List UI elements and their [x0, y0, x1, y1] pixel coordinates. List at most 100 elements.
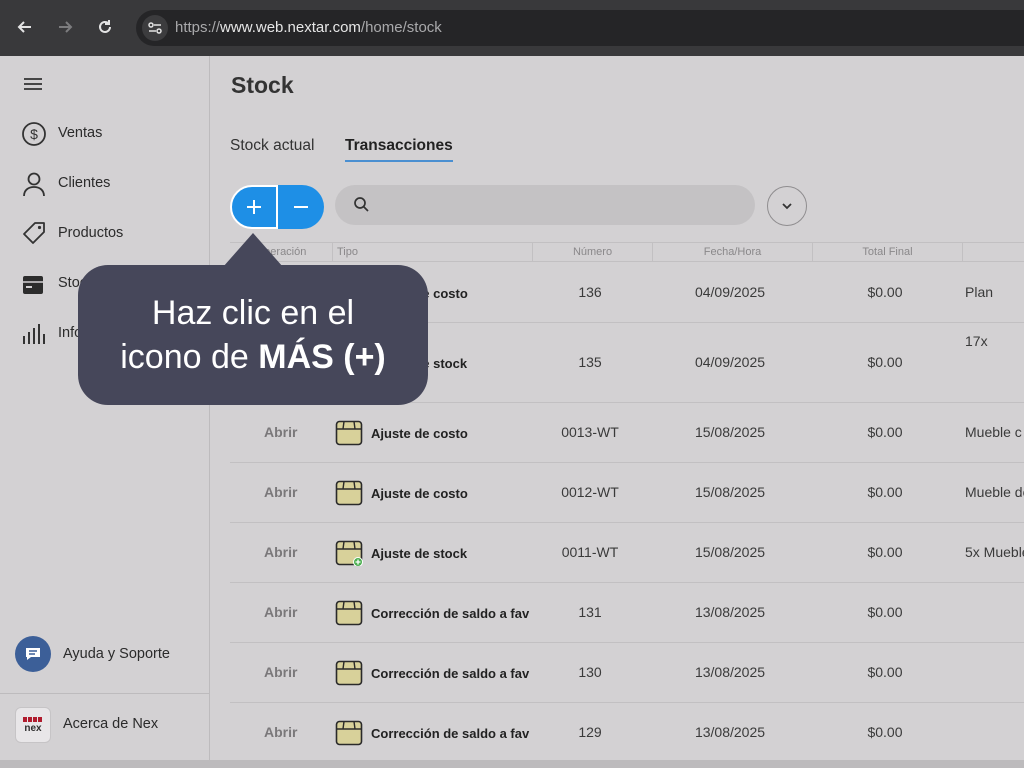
nex-logo: nex	[15, 707, 51, 743]
number-cell: 0011-WT	[561, 544, 619, 560]
box-icon	[335, 420, 363, 446]
table-row[interactable]: Abrir Ajuste de costo 0012-WT 15/08/2025…	[230, 463, 1024, 523]
total-cell: $0.00	[867, 424, 903, 440]
reload-button[interactable]	[92, 14, 118, 40]
open-link[interactable]: Abrir	[264, 424, 297, 440]
filter-expand-button[interactable]	[767, 186, 807, 226]
page-title: Stock	[231, 72, 294, 98]
column-header-fecha: Fecha/Hora	[652, 243, 812, 262]
open-link[interactable]: Abrir	[264, 484, 297, 500]
search-input[interactable]	[335, 185, 755, 225]
type-cell: Corrección de saldo a fav	[335, 600, 531, 626]
table-row[interactable]: Abrir Corrección de saldo a fav 129 13/0…	[230, 703, 1024, 763]
tooltip-line-2-prefix: icono de	[120, 338, 259, 376]
site-settings-icon[interactable]	[142, 15, 168, 41]
remove-button[interactable]	[277, 185, 324, 229]
menu-button[interactable]	[22, 76, 44, 97]
date-cell: 15/08/2025	[694, 484, 766, 500]
svg-text:$: $	[30, 126, 38, 142]
box-icon	[335, 600, 363, 626]
hamburger-icon	[24, 78, 42, 90]
url-text: https://www.web.nextar.com/home/stock	[175, 19, 442, 36]
box-plus-icon	[335, 540, 363, 566]
sidebar-item-label: Productos	[58, 225, 124, 241]
detail-cell: Mueble de	[965, 484, 1024, 500]
column-header-total: Total Final	[812, 243, 962, 262]
detail-cell: 17x	[965, 333, 988, 349]
sidebar-item-productos[interactable]: Productos	[0, 213, 209, 253]
tooltip-text: Haz clic en el icono de MÁS (+)	[120, 291, 386, 379]
url-scheme: https://	[175, 19, 221, 36]
add-button[interactable]	[230, 185, 278, 229]
browser-toolbar: https://www.web.nextar.com/home/stock	[0, 0, 1024, 56]
date-cell: 13/08/2025	[694, 664, 766, 680]
type-cell: Ajuste de costo	[335, 480, 531, 506]
date-cell: 04/09/2025	[694, 284, 766, 300]
sidebar-item-clientes[interactable]: Clientes	[0, 163, 209, 203]
url-path: /home/stock	[360, 19, 442, 36]
bar-chart-icon	[23, 324, 45, 344]
tooltip-line-1: Haz clic en el	[151, 294, 355, 332]
help-support-item[interactable]: Ayuda y Soporte	[0, 625, 209, 687]
sidebar-item-ventas[interactable]: $ Ventas	[0, 113, 209, 153]
type-cell: Ajuste de stock	[335, 540, 531, 566]
chat-icon	[15, 636, 51, 672]
about-label: Acerca de Nex	[63, 716, 159, 732]
number-cell: 136	[578, 284, 602, 300]
column-header-extra	[962, 243, 1024, 262]
open-link[interactable]: Abrir	[264, 544, 297, 560]
detail-cell: 5x Mueble	[965, 544, 1024, 560]
total-cell: $0.00	[867, 354, 903, 370]
type-label: Ajuste de costo	[371, 425, 468, 441]
sidebar-item-label: Clientes	[58, 175, 111, 191]
type-label: Corrección de saldo a fav	[371, 605, 530, 621]
open-link[interactable]: Abrir	[264, 604, 297, 620]
date-cell: 04/09/2025	[694, 354, 766, 370]
box-icon	[23, 276, 43, 294]
type-label: Corrección de saldo a fav	[371, 665, 530, 681]
box-icon	[335, 480, 363, 506]
arrow-left-icon	[17, 21, 31, 33]
forward-button[interactable]	[52, 14, 78, 40]
date-cell: 15/08/2025	[694, 544, 766, 560]
type-cell: Ajuste de costo	[335, 420, 531, 446]
url-domain: www.web.nextar.com	[220, 19, 361, 36]
total-cell: $0.00	[867, 544, 903, 560]
box-icon	[335, 660, 363, 686]
help-support-label: Ayuda y Soporte	[63, 646, 170, 662]
table-row[interactable]: Abrir Corrección de saldo a fav 131 13/0…	[230, 583, 1024, 643]
tooltip-line-2-strong: MÁS (+)	[258, 338, 386, 376]
open-link[interactable]: Abrir	[264, 724, 297, 740]
reload-icon	[99, 20, 111, 33]
chevron-down-icon	[782, 203, 792, 210]
back-button[interactable]	[12, 14, 38, 40]
date-cell: 13/08/2025	[694, 724, 766, 740]
table-row[interactable]: Abrir Ajuste de costo 0013-WT 15/08/2025…	[230, 403, 1024, 463]
total-cell: $0.00	[867, 604, 903, 620]
number-cell: 130	[578, 664, 602, 680]
open-link[interactable]: Abrir	[264, 664, 297, 680]
tooltip-line-2: icono de MÁS (+)	[120, 335, 386, 379]
main-content: Stock Stock actual Transacciones Operaci…	[211, 56, 1024, 768]
table-row[interactable]: Abrir Corrección de saldo a fav 130 13/0…	[230, 643, 1024, 703]
date-cell: 15/08/2025	[694, 424, 766, 440]
detail-cell: Plan	[965, 284, 994, 300]
about-item[interactable]: nex Acerca de Nex	[0, 693, 209, 755]
type-label: Ajuste de stock	[371, 545, 468, 561]
tutorial-tooltip: Haz clic en el icono de MÁS (+)	[78, 233, 428, 405]
tab-stock-actual[interactable]: Stock actual	[230, 137, 314, 155]
type-label: Corrección de saldo a fav	[371, 725, 530, 741]
total-cell: $0.00	[867, 664, 903, 680]
table-header: Operación Tipo Número Fecha/Hora Total F…	[230, 242, 1024, 262]
table-row[interactable]: Abrir Ajuste de stock 0011-WT 15/08/2025…	[230, 523, 1024, 583]
tab-transacciones[interactable]: Transacciones	[345, 137, 453, 162]
number-cell: 0012-WT	[561, 484, 619, 500]
total-cell: $0.00	[867, 484, 903, 500]
detail-cell: Mueble c	[965, 424, 1022, 440]
tooltip-arrow	[223, 233, 283, 267]
arrow-right-icon	[59, 21, 73, 33]
plus-icon	[247, 200, 261, 214]
type-cell: Corrección de saldo a fav	[335, 660, 531, 686]
total-cell: $0.00	[867, 724, 903, 740]
address-bar[interactable]: https://www.web.nextar.com/home/stock	[136, 10, 1024, 46]
